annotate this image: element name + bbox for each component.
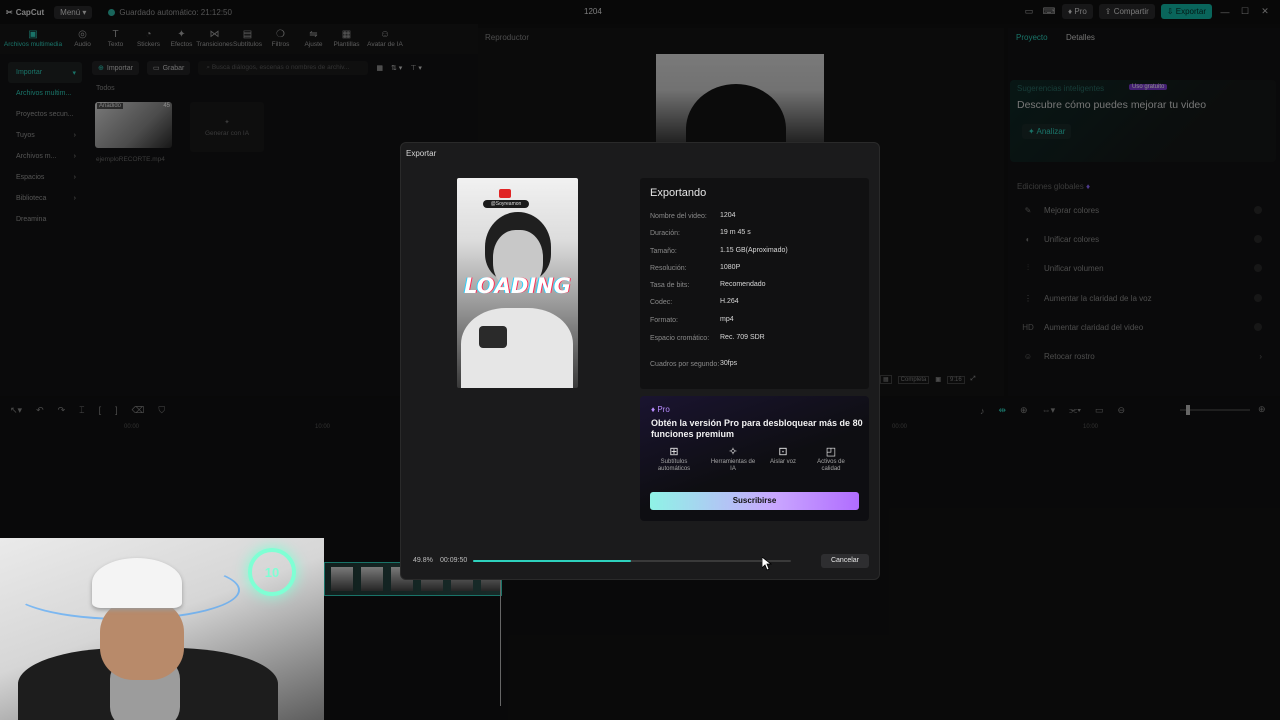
voice-icon: ⊡ [778,446,788,458]
assets-icon: ◰ [825,446,837,458]
feature-label: Herramientas de IA [710,459,756,472]
subscribe-button[interactable]: Suscribirse [650,492,859,510]
info-row-codec: Codec: H.264 [650,298,860,307]
progress-percent: 49.8% [413,557,433,564]
info-key: Codec: [650,299,673,306]
info-value: mp4 [720,316,734,323]
info-row-bitrate: Tasa de bits: Recomendado [650,281,860,290]
info-value: H.264 [720,298,739,305]
feature-label: Subtítulos automáticos [657,459,691,472]
person-face [100,600,184,680]
info-key: Nombre del video: [650,213,707,220]
pro-tag-label: Pro [657,405,670,414]
pro-upsell-text: Obtén la versión Pro para desbloquear má… [651,418,863,439]
feature-isolate-voice: ⊡ Aislar voz [759,446,807,466]
feature-ai-tools: ✧ Herramientas de IA [709,446,757,473]
preview-handle: @Soyreamon [483,200,529,208]
export-progress-bar [473,560,791,562]
info-row-colorspace: Espacio cromático: Rec. 709 SDR [650,334,860,343]
info-row-format: Formato: mp4 [650,316,860,325]
person-cap [92,558,182,608]
info-row-size: Tamaño: 1.15 GB(Aproximado) [650,247,860,256]
export-status-title: Exportando [650,187,707,199]
neon-sign: 10 [248,548,296,596]
youtube-icon [499,189,511,198]
info-key: Resolución: [650,265,687,272]
info-value: Rec. 709 SDR [720,334,765,341]
info-key: Formato: [650,317,679,324]
info-key: Tamaño: [650,248,677,255]
info-key: Duración: [650,230,680,237]
info-value: 1.15 GB(Aproximado) [720,247,788,254]
info-value: 1080P [720,264,741,271]
dialog-title: Exportar [406,149,437,158]
info-value: 19 m 45 s [720,229,751,236]
progress-elapsed: 00:09:50 [440,557,468,564]
info-row-fps: Cuadros por segundo: 30fps [650,360,860,369]
info-key: Espacio cromático: [650,335,710,342]
feature-auto-subtitles: ⊞ Subtítulos automáticos [650,446,698,473]
capcut-window: ✂ CapCut Menú ▾ Guardado automático: 21:1… [0,0,1280,720]
info-row-resolution: Resolución: 1080P [650,264,860,273]
info-key: Cuadros por segundo: [650,361,720,368]
preview-phone [479,326,507,348]
feature-label: Aislar voz [769,459,796,465]
info-value: 1204 [720,212,736,219]
mouse-cursor-icon [761,556,773,571]
feature-quality-assets: ◰ Activos de calidad [807,446,855,473]
info-row-name: Nombre del video: 1204 [650,212,860,221]
preview-shirt [461,308,573,388]
grid-icon: ⊞ [669,446,679,458]
info-value: 30fps [720,360,738,367]
info-row-duration: Duración: 19 m 45 s [650,229,860,238]
preview-overlay-text: LOADING [464,274,571,298]
export-preview: @Soyreamon LOADING [457,178,578,388]
info-key: Tasa de bits: [650,282,690,289]
pro-tag: ♦ Pro [651,405,670,414]
webcam-overlay: 10 [0,538,324,720]
feature-label: Activos de calidad [817,459,845,472]
export-progress-fill [473,560,632,562]
magic-wand-icon: ✧ [728,446,738,458]
cancel-button[interactable]: Cancelar [821,554,869,568]
info-value: Recomendado [720,281,766,288]
